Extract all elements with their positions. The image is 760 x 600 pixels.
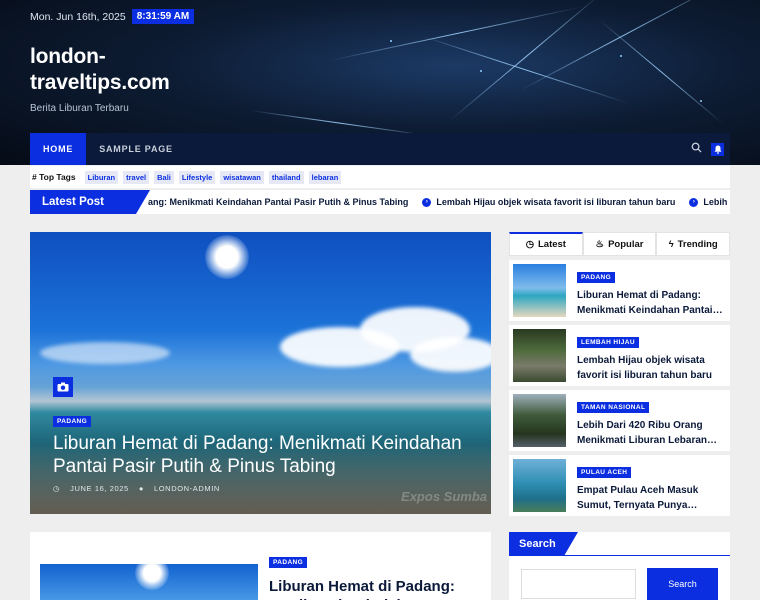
user-icon: ● (138, 484, 144, 493)
post-category-badge[interactable]: LEMBAH HIJAU (577, 337, 639, 348)
featured-category-badge[interactable]: PADANG (53, 416, 92, 427)
post-thumbnail[interactable] (513, 394, 566, 447)
nav-item-sample-page[interactable]: SAMPLE PAGE (86, 133, 186, 165)
sun-image-detail (135, 564, 169, 590)
post-title[interactable]: Empat Pulau Aceh Masuk Sumut, Ternyata P… (577, 483, 723, 513)
cloud-image-detail (40, 342, 170, 364)
search-heading: Search (509, 532, 564, 556)
hero-decoration (700, 100, 702, 102)
tab-list: ◷ Latest ♨ Popular ϟ Trending (509, 232, 731, 256)
search-input[interactable] (521, 569, 636, 599)
hero-decoration (620, 55, 622, 57)
post-title[interactable]: Liburan Hemat di Padang: Menikmati Keind… (577, 288, 723, 318)
search-button[interactable]: Search (647, 568, 718, 600)
sun-image-detail (205, 235, 249, 279)
clock-icon: ◷ (525, 239, 534, 250)
tab-trending[interactable]: ϟ Trending (656, 232, 731, 256)
hero-decoration (329, 5, 585, 61)
tab-label: Trending (677, 238, 718, 250)
site-description: Berita Liburan Terbaru (30, 103, 129, 114)
card-category-badge[interactable]: PADANG (269, 557, 308, 568)
news-ticker: ang: Menikmati Keindahan Pantai Pasir Pu… (148, 190, 730, 214)
featured-post[interactable]: PADANG Liburan Hemat di Padang: Menikmat… (30, 232, 491, 514)
ticker-item[interactable]: Lembah Hijau objek wisata favorit isi li… (436, 197, 675, 207)
heading-underline (509, 555, 730, 556)
post-title[interactable]: Lembah Hijau objek wisata favorit isi li… (577, 353, 723, 383)
tab-popular[interactable]: ♨ Popular (582, 232, 657, 256)
tag-link[interactable]: thailand (268, 170, 304, 184)
current-date: Mon. Jun 16th, 2025 (30, 10, 126, 23)
tag-link[interactable]: travel (123, 170, 150, 184)
top-tags-bar: # Top Tags Liburan travel Bali Lifestyle… (30, 166, 730, 188)
current-time: 8:31:59 AM (131, 9, 195, 24)
chevron-right-icon: › (422, 197, 432, 207)
sidebar-tabs-widget: ◷ Latest ♨ Popular ϟ Trending PADANG Liburan… (509, 232, 731, 516)
latest-post-label: Latest Post (30, 190, 136, 214)
ticker-item[interactable]: ang: Menikmati Keindahan Pantai Pasir Pu… (148, 197, 408, 207)
card-title[interactable]: Liburan Hemat di Padang: Menikmati Keind… (269, 577, 479, 600)
search-icon[interactable] (691, 140, 702, 158)
post-card[interactable]: PADANG Liburan Hemat di Padang: Menikmat… (30, 532, 491, 600)
tag-link[interactable]: Bali (154, 170, 174, 184)
post-category-badge[interactable]: PADANG (577, 272, 616, 283)
featured-meta: ◷ JUNE 16, 2025 ● LONDON-ADMIN (53, 484, 220, 493)
tab-label: Latest (537, 239, 566, 250)
chevron-right-icon: › (689, 197, 699, 207)
post-thumbnail[interactable] (513, 329, 566, 382)
post-category-badge[interactable]: PULAU ACEH (577, 467, 632, 478)
main-nav: HOME SAMPLE PAGE (30, 133, 730, 165)
tag-link[interactable]: lebaran (308, 170, 342, 184)
hero-decoration (480, 70, 482, 72)
post-thumbnail[interactable] (513, 459, 566, 512)
latest-post-bar: Latest Post ang: Menikmati Keindahan Pan… (30, 190, 730, 214)
tab-label: Popular (608, 238, 644, 250)
featured-date[interactable]: JUNE 16, 2025 (70, 484, 129, 493)
tag-link[interactable]: Lifestyle (178, 170, 216, 184)
bolt-icon: ϟ (668, 238, 674, 250)
top-tags-label: # Top Tags (32, 172, 76, 182)
featured-author[interactable]: LONDON-ADMIN (154, 484, 220, 493)
site-title[interactable]: london-traveltips.com (30, 44, 230, 96)
hero-decoration (390, 40, 392, 42)
ticker-item[interactable]: Lebih Dari 420 Ri (703, 197, 730, 207)
camera-icon (53, 377, 73, 397)
nav-item-home[interactable]: HOME (30, 133, 87, 165)
featured-title[interactable]: Liburan Hemat di Padang: Menikmati Keind… (53, 432, 473, 478)
search-widget: Search Search (509, 532, 730, 600)
hero-decoration (419, 35, 630, 104)
fire-icon: ♨ (595, 238, 605, 250)
image-watermark: Expos Sumba (401, 489, 487, 504)
tag-link[interactable]: Liburan (84, 170, 119, 184)
list-item[interactable]: LEMBAH HIJAU Lembah Hijau objek wisata fa… (509, 325, 730, 386)
clock-icon: ◷ (53, 484, 61, 493)
post-title[interactable]: Lebih Dari 420 Ribu Orang Menikmati Libu… (577, 418, 723, 448)
post-category-badge[interactable]: TAMAN NASIONAL (577, 402, 650, 413)
heading-notch (564, 532, 578, 556)
post-thumbnail[interactable] (40, 564, 258, 600)
post-thumbnail[interactable] (513, 264, 566, 317)
hero-decoration (599, 20, 723, 124)
bell-icon[interactable] (711, 142, 724, 156)
date-bar: Mon. Jun 16th, 2025 8:31:59 AM (30, 9, 195, 24)
tag-link[interactable]: wisatawan (220, 170, 264, 184)
tab-latest[interactable]: ◷ Latest (509, 232, 583, 256)
list-item[interactable]: PULAU ACEH Empat Pulau Aceh Masuk Sumut, … (509, 455, 730, 516)
list-item[interactable]: PADANG Liburan Hemat di Padang: Menikmati… (509, 260, 730, 321)
list-item[interactable]: TAMAN NASIONAL Lebih Dari 420 Ribu Orang … (509, 390, 730, 451)
